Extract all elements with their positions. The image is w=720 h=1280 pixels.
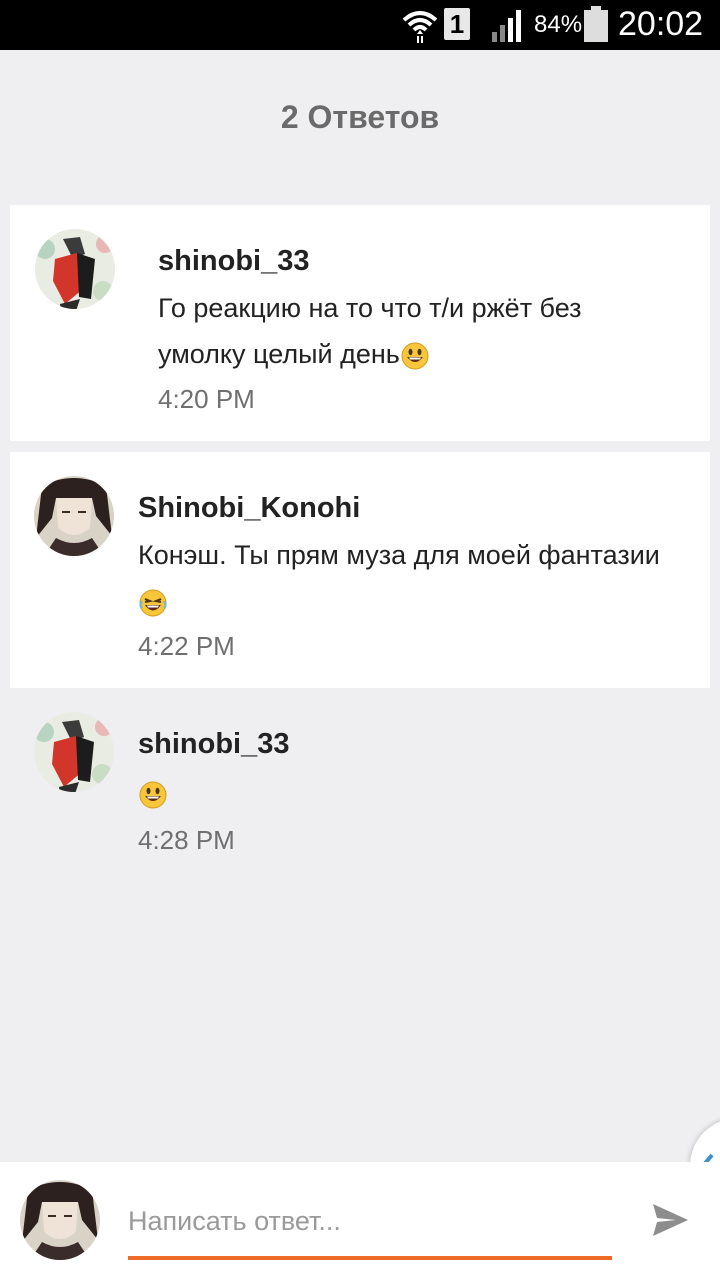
reply-input-underline bbox=[128, 1256, 612, 1260]
comment-text-content: Конэш. Ты прям муза для моей фантазии bbox=[138, 540, 660, 570]
comment-username[interactable]: shinobi_33 bbox=[138, 724, 290, 764]
clock: 20:02 bbox=[618, 5, 704, 43]
battery-percent: 84% bbox=[534, 11, 583, 38]
signal-icon bbox=[492, 10, 521, 42]
grinning-face-icon bbox=[139, 781, 167, 809]
comment-text: Го реакцию на то что т/и ржёт без умолку… bbox=[158, 285, 658, 377]
send-icon[interactable] bbox=[650, 1200, 690, 1240]
reply-input[interactable] bbox=[128, 1198, 612, 1244]
comment-time: 4:28 PM bbox=[138, 825, 235, 855]
comment-text-content: Го реакцию на то что т/и ржёт без умолку… bbox=[158, 293, 582, 369]
comment-card: shinobi_33 4:28 PM bbox=[10, 700, 710, 870]
sim-icon: 1 bbox=[444, 8, 470, 40]
avatar[interactable] bbox=[34, 476, 114, 556]
wifi-icon bbox=[402, 11, 438, 43]
comment-time: 4:20 PM bbox=[158, 384, 255, 414]
comment-username[interactable]: shinobi_33 bbox=[158, 241, 310, 281]
comment-card: shinobi_33 Го реакцию на то что т/и ржёт… bbox=[10, 205, 710, 441]
page-title: 2 Ответов bbox=[280, 99, 440, 135]
comment-time: 4:22 PM bbox=[138, 631, 235, 661]
my-avatar[interactable] bbox=[20, 1180, 100, 1260]
comment-username[interactable]: Shinobi_Konohi bbox=[138, 488, 360, 528]
comment-text: Конэш. Ты прям муза для моей фантазии bbox=[138, 532, 678, 624]
laughing-face-icon bbox=[139, 589, 167, 617]
grinning-face-icon bbox=[401, 342, 429, 370]
battery-icon bbox=[584, 6, 608, 42]
comment-card: Shinobi_Konohi Конэш. Ты прям муза для м… bbox=[10, 452, 710, 688]
comment-text bbox=[138, 770, 678, 816]
status-bar: 1 84% 20:02 bbox=[0, 0, 720, 50]
avatar[interactable] bbox=[35, 229, 115, 309]
avatar[interactable] bbox=[34, 712, 114, 792]
